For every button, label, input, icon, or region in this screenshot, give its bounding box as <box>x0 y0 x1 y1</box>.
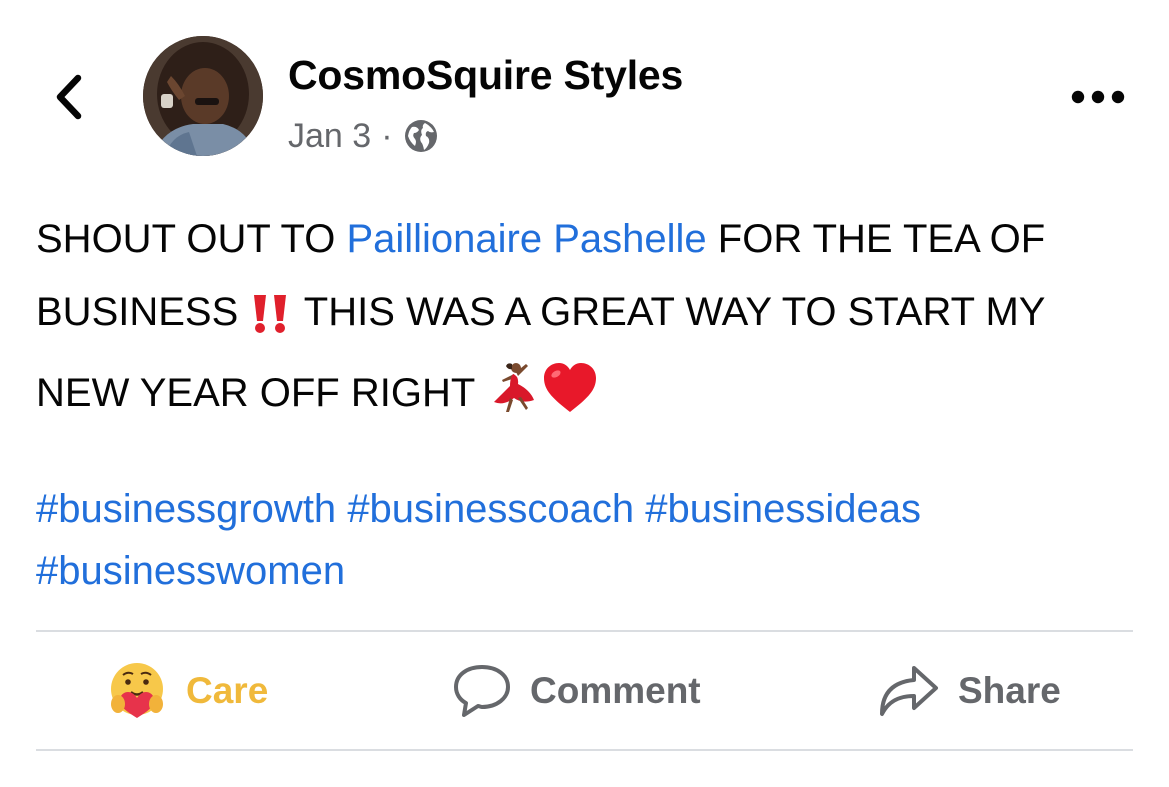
post-text-part: SHOUT OUT TO <box>36 217 347 261</box>
comment-icon <box>454 665 510 717</box>
post-meta: Jan 3 · <box>288 114 439 158</box>
divider <box>36 630 1133 632</box>
red-heart-icon <box>542 362 598 438</box>
share-button[interactable]: Share <box>878 650 1061 732</box>
care-label: Care <box>186 670 269 711</box>
comment-label: Comment <box>530 670 701 711</box>
hashtag-link[interactable]: #businesswomen <box>36 549 345 593</box>
ellipsis-icon <box>1071 90 1125 104</box>
hashtag-link[interactable]: #businessideas <box>645 487 921 531</box>
globe-icon <box>404 120 437 152</box>
hashtag-link[interactable]: #businesscoach <box>347 487 634 531</box>
hashtag-link[interactable]: #businessgrowth <box>36 487 336 531</box>
divider <box>36 749 1133 751</box>
comment-button[interactable]: Comment <box>452 650 701 732</box>
post-screen: CosmoSquire Styles Jan 3 · SHOUT OUT TO … <box>0 0 1169 787</box>
chevron-left-icon <box>56 74 82 120</box>
author-name[interactable]: CosmoSquire Styles <box>288 52 683 99</box>
more-options-button[interactable] <box>1068 80 1128 114</box>
mention-link[interactable]: Paillionaire Pashelle <box>346 217 706 261</box>
double-exclamation-icon <box>249 284 293 357</box>
share-icon <box>880 666 938 716</box>
avatar-photo <box>143 36 263 156</box>
post-text: SHOUT OUT TO Paillionaire Pashelle FOR T… <box>36 203 1136 438</box>
post-date[interactable]: Jan 3 <box>288 117 371 156</box>
dancer-icon <box>486 360 542 438</box>
share-label: Share <box>958 670 1061 711</box>
care-emoji-icon <box>111 663 163 718</box>
care-reaction-button[interactable]: Care <box>106 650 268 732</box>
back-button[interactable] <box>46 66 92 128</box>
meta-separator: · <box>381 116 393 155</box>
avatar[interactable] <box>143 36 263 156</box>
hashtags: #businessgrowth #businesscoach #business… <box>36 478 1136 602</box>
